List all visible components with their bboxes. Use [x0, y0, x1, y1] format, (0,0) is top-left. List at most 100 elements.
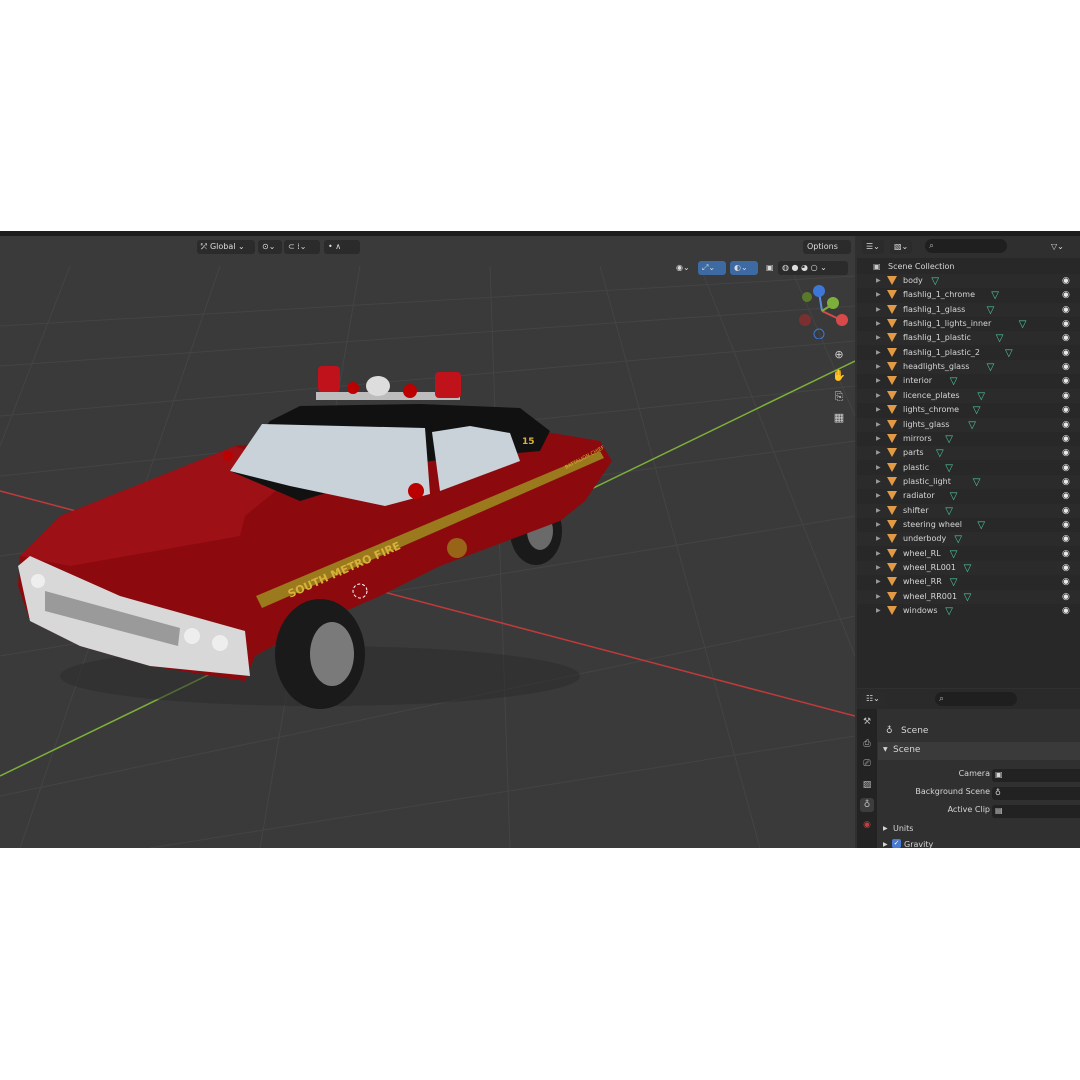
xray-toggle[interactable]: ▣ — [762, 261, 776, 275]
scene-tab-icon[interactable]: ♁ — [860, 798, 874, 812]
options-dropdown[interactable]: Options ⌄ — [803, 240, 851, 265]
display-mode-button[interactable]: ☰⌄ — [862, 240, 884, 254]
outliner-item[interactable]: ▶ wheel_RL001 ▽ ◉ — [857, 561, 1080, 575]
transform-orientation-select[interactable]: ⤱ Global ⌄ — [197, 240, 255, 254]
world-tab-icon[interactable]: ◉ — [860, 818, 874, 832]
output-tab-icon[interactable]: ⎚ — [860, 757, 874, 771]
mesh-data-icon[interactable]: ▽ — [964, 591, 972, 605]
outliner-item[interactable]: ▶ flashlig_1_glass ▽ ◉ — [857, 302, 1080, 317]
properties-search-input[interactable]: ⌕ — [935, 692, 1017, 706]
expand-arrow-icon[interactable]: ▶ — [876, 561, 881, 575]
mesh-data-icon[interactable]: ▽ — [996, 332, 1004, 346]
mesh-data-icon[interactable]: ▽ — [936, 447, 944, 461]
mesh-data-icon[interactable]: ▽ — [954, 533, 962, 547]
outliner-item[interactable]: ▶ interior ▽ ◉ — [857, 374, 1080, 388]
mesh-data-icon[interactable]: ▽ — [950, 548, 958, 562]
outliner-item[interactable]: ▶ lights_glass ▽ ◉ — [857, 417, 1080, 432]
mesh-data-icon[interactable]: ▽ — [945, 505, 953, 519]
outliner-item[interactable]: ▶ wheel_RR001 ▽ ◉ — [857, 589, 1080, 605]
camera-field[interactable]: ▣ — [992, 769, 1080, 782]
visibility-eye-icon[interactable]: ◉ — [1062, 489, 1070, 503]
expand-arrow-icon[interactable]: ▶ — [876, 303, 881, 317]
visibility-eye-icon[interactable]: ◉ — [1062, 461, 1070, 475]
tool-tab-icon[interactable]: ⚒ — [860, 715, 874, 729]
visibility-eye-icon[interactable]: ◉ — [1062, 604, 1070, 618]
gravity-panel-header[interactable]: ▶ ✓ Gravity — [878, 838, 1080, 848]
expand-arrow-icon[interactable]: ▶ — [876, 504, 881, 518]
grid-perspective-icon[interactable]: ▦ — [830, 409, 848, 427]
outliner-item[interactable]: ▶ shifter ▽ ◉ — [857, 503, 1080, 519]
fire-car-model[interactable]: SOUTH METRO FIRE BATTALION CHIEF 15 — [0, 236, 855, 848]
expand-arrow-icon[interactable]: ▶ — [876, 446, 881, 460]
visibility-eye-icon[interactable]: ◉ — [1062, 504, 1070, 518]
expand-arrow-icon[interactable]: ▶ — [876, 389, 881, 403]
visibility-eye-icon[interactable]: ◉ — [1062, 418, 1070, 432]
outliner-item[interactable]: ▶ plastic_light ▽ ◉ — [857, 474, 1080, 489]
expand-arrow-icon[interactable]: ▶ — [876, 403, 881, 417]
visibility-eye-icon[interactable]: ◉ — [1062, 590, 1070, 604]
visibility-eye-icon[interactable]: ◉ — [1062, 288, 1070, 302]
expand-arrow-icon[interactable]: ▶ — [876, 489, 881, 503]
expand-arrow-icon[interactable]: ▶ — [876, 418, 881, 432]
expand-arrow-icon[interactable]: ▶ — [876, 317, 881, 331]
expand-arrow-icon[interactable]: ▶ — [876, 461, 881, 475]
mesh-data-icon[interactable]: ▽ — [977, 519, 985, 533]
outliner-item[interactable]: ▶ wheel_RL ▽ ◉ — [857, 547, 1080, 561]
expand-arrow-icon[interactable]: ▶ — [876, 532, 881, 546]
expand-arrow-icon[interactable]: ▶ — [876, 360, 881, 374]
view-object-types-button[interactable]: ◉⌄ — [672, 261, 696, 275]
view-layer-tab-icon[interactable]: ▨ — [860, 778, 874, 792]
visibility-eye-icon[interactable]: ◉ — [1062, 374, 1070, 388]
visibility-eye-icon[interactable]: ◉ — [1062, 274, 1070, 288]
expand-arrow-icon[interactable]: ▶ — [876, 590, 881, 604]
expand-arrow-icon[interactable]: ▶ — [876, 475, 881, 489]
expand-arrow-icon[interactable]: ▶ — [876, 575, 881, 589]
mesh-data-icon[interactable]: ▽ — [950, 490, 958, 504]
hand-pan-icon[interactable]: ✋ — [830, 367, 848, 385]
units-panel-header[interactable]: ▶ Units — [878, 821, 1080, 837]
outliner-item[interactable]: ▶ flashlig_1_chrome ▽ ◉ — [857, 288, 1080, 302]
visibility-eye-icon[interactable]: ◉ — [1062, 532, 1070, 546]
shading-buttons[interactable]: ◍ ● ◕ ○ ⌄ — [778, 261, 848, 275]
mesh-data-icon[interactable]: ▽ — [950, 375, 958, 389]
navigation-gizmo[interactable] — [795, 284, 850, 339]
outliner-item[interactable]: ▶ licence_plates ▽ ◉ — [857, 388, 1080, 404]
expand-arrow-icon[interactable]: ▶ — [876, 604, 881, 618]
visibility-eye-icon[interactable]: ◉ — [1062, 346, 1070, 360]
mesh-data-icon[interactable]: ▽ — [991, 289, 999, 303]
visibility-eye-icon[interactable]: ◉ — [1062, 303, 1070, 317]
expand-arrow-icon[interactable]: ▶ — [876, 547, 881, 561]
filter-button[interactable]: ▽⌄ — [1047, 240, 1067, 254]
filter-mode-button[interactable]: ▧⌄ — [890, 240, 912, 254]
outliner-item[interactable]: ▶ mirrors ▽ ◉ — [857, 432, 1080, 446]
visibility-eye-icon[interactable]: ◉ — [1062, 432, 1070, 446]
visibility-eye-icon[interactable]: ◉ — [1062, 389, 1070, 403]
visibility-eye-icon[interactable]: ◉ — [1062, 403, 1070, 417]
gizmo-toggle[interactable]: ⤢⌄ — [698, 261, 726, 275]
visibility-eye-icon[interactable]: ◉ — [1062, 547, 1070, 561]
mesh-data-icon[interactable]: ▽ — [964, 562, 972, 576]
outliner-item[interactable]: ▶ radiator ▽ ◉ — [857, 489, 1080, 503]
outliner-item[interactable]: ▶ parts ▽ ◉ — [857, 446, 1080, 461]
camera-view-icon[interactable]: ⎘ — [830, 388, 848, 406]
mesh-data-icon[interactable]: ▽ — [1005, 347, 1013, 361]
outliner-item[interactable]: ▶ body ▽ ◉ — [857, 274, 1080, 288]
background-scene-field[interactable]: ♁ — [992, 787, 1080, 800]
expand-arrow-icon[interactable]: ▶ — [876, 432, 881, 446]
expand-arrow-icon[interactable]: ▶ — [876, 274, 881, 288]
mesh-data-icon[interactable]: ▽ — [945, 462, 953, 476]
outliner-item[interactable]: ▶ underbody ▽ ◉ — [857, 532, 1080, 547]
expand-arrow-icon[interactable]: ▶ — [876, 518, 881, 532]
outliner-item[interactable]: ▶ flashlig_1_plastic_2 ▽ ◉ — [857, 346, 1080, 360]
overlays-toggle[interactable]: ◐⌄ — [730, 261, 758, 275]
mesh-data-icon[interactable]: ▽ — [987, 361, 995, 375]
expand-arrow-icon[interactable]: ▶ — [876, 288, 881, 302]
3d-viewport[interactable]: SOUTH METRO FIRE BATTALION CHIEF 15 ⤱ Gl… — [0, 236, 855, 848]
proportional-edit-button[interactable]: • ∧ — [324, 240, 360, 254]
outliner-item[interactable]: ▶ lights_chrome ▽ ◉ — [857, 403, 1080, 417]
outliner-item[interactable]: ▶ wheel_RR ▽ ◉ — [857, 575, 1080, 589]
editor-type-button[interactable]: ☷⌄ — [862, 692, 886, 706]
outliner-item[interactable]: ▶ plastic ▽ ◉ — [857, 461, 1080, 475]
mesh-data-icon[interactable]: ▽ — [977, 390, 985, 404]
mesh-data-icon[interactable]: ▽ — [973, 404, 981, 418]
